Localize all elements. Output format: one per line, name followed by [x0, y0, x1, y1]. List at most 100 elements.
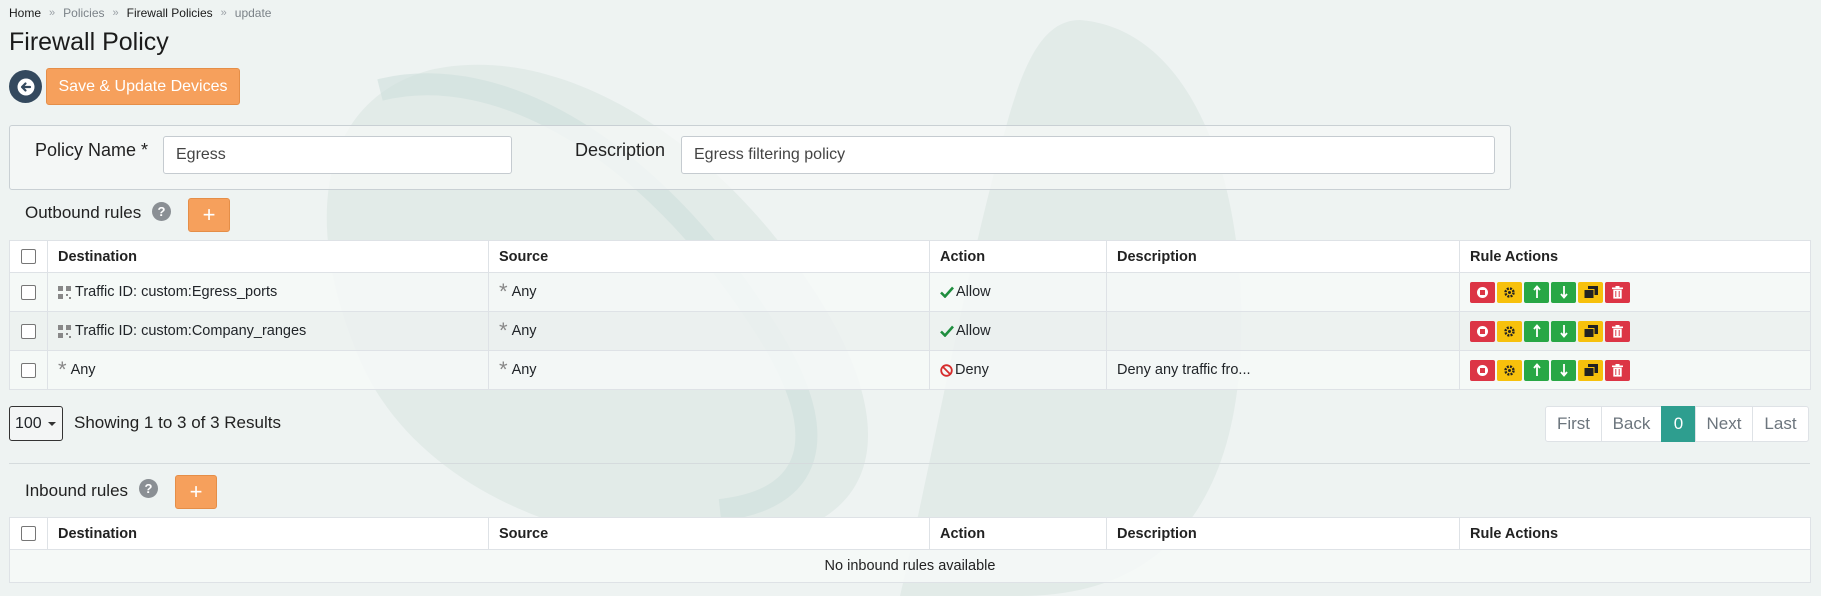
action-cell: Deny — [955, 362, 989, 378]
row-checkbox[interactable] — [21, 323, 36, 339]
stop-circle-icon — [1477, 364, 1488, 376]
move-up-button[interactable] — [1524, 359, 1549, 381]
inbound-rules-label: Inbound rules — [25, 481, 129, 500]
outbound-help-icon[interactable]: ? — [152, 202, 171, 221]
description-cell: Deny any traffic fro... — [1106, 350, 1460, 390]
arrow-up-icon — [1532, 324, 1541, 337]
save-update-devices-button[interactable]: Save & Update Devices — [46, 68, 240, 105]
clone-rule-button[interactable] — [1578, 281, 1603, 303]
column-header: Rule Actions — [1459, 517, 1811, 550]
pagination-current[interactable]: 0 — [1661, 406, 1696, 442]
gear-icon — [1504, 286, 1515, 298]
move-down-button[interactable] — [1551, 359, 1576, 381]
source-cell: Any — [511, 362, 537, 378]
add-outbound-rule-button[interactable]: + — [188, 198, 230, 232]
section-divider — [9, 463, 1810, 464]
column-header[interactable]: Action — [929, 240, 1107, 273]
select-all-checkbox[interactable] — [21, 249, 36, 265]
outbound-rules-table: Destination Source Action Description Ru… — [9, 240, 1811, 390]
ban-icon — [940, 363, 953, 377]
check-icon — [940, 286, 954, 299]
table-row: No inbound rules available — [9, 549, 1811, 583]
caret-down-icon — [48, 422, 56, 426]
inbound-rules-heading: Inbound rules — [25, 481, 128, 501]
destination-cell: Traffic ID: custom:Company_ranges — [75, 323, 307, 339]
column-header[interactable]: Destination — [47, 240, 489, 273]
source-cell: Any — [511, 284, 537, 300]
rule-actions — [1470, 320, 1800, 342]
trash-icon — [1612, 324, 1623, 338]
table-row[interactable]: * Any * Any Deny Deny any traffic fro... — [9, 350, 1811, 390]
move-down-button[interactable] — [1551, 281, 1576, 303]
grid-icon — [58, 285, 71, 299]
results-summary: Showing 1 to 3 of 3 Results — [74, 413, 281, 432]
pagination-back[interactable]: Back — [1601, 406, 1662, 442]
action-cell: Allow — [956, 323, 991, 339]
row-checkbox[interactable] — [21, 362, 36, 378]
pagination-last[interactable]: Last — [1752, 406, 1809, 442]
column-header[interactable]: Destination — [47, 517, 489, 550]
rule-actions — [1470, 359, 1800, 381]
outbound-rules-heading: Outbound rules — [25, 203, 141, 223]
description-cell — [1106, 272, 1460, 312]
source-cell: Any — [511, 323, 537, 339]
rule-actions — [1470, 281, 1800, 303]
select-all-checkbox-cell — [9, 240, 48, 273]
edit-rule-button[interactable] — [1497, 359, 1522, 381]
breadcrumb-firewall-policies[interactable]: Firewall Policies — [127, 6, 213, 20]
arrow-up-icon — [1532, 285, 1541, 298]
breadcrumb-current: update — [234, 6, 272, 20]
page-title: Firewall Policy — [9, 28, 169, 56]
asterisk-icon: * — [499, 318, 508, 344]
column-header[interactable]: Source — [488, 240, 930, 273]
delete-rule-button[interactable] — [1605, 281, 1630, 303]
edit-rule-button[interactable] — [1497, 320, 1522, 342]
edit-rule-button[interactable] — [1497, 281, 1522, 303]
breadcrumb-separator: » — [220, 7, 227, 19]
action-cell: Allow — [956, 284, 991, 300]
row-checkbox[interactable] — [21, 284, 36, 300]
clone-rule-button[interactable] — [1578, 359, 1603, 381]
arrow-down-icon — [1559, 325, 1568, 338]
breadcrumb-policies[interactable]: Policies — [63, 6, 104, 20]
breadcrumb-separator: » — [112, 7, 119, 19]
add-inbound-rule-button[interactable]: + — [175, 475, 217, 509]
disable-rule-button[interactable] — [1470, 359, 1495, 381]
disable-rule-button[interactable] — [1470, 320, 1495, 342]
policy-name-label: Policy Name * — [35, 140, 149, 160]
select-all-checkbox[interactable] — [21, 526, 36, 542]
disable-rule-button[interactable] — [1470, 281, 1495, 303]
check-icon — [940, 325, 954, 338]
gear-icon — [1504, 364, 1515, 376]
pagination-first[interactable]: First — [1545, 406, 1602, 442]
copy-icon — [1583, 363, 1598, 377]
stop-circle-icon — [1477, 325, 1488, 337]
column-header[interactable]: Description — [1106, 517, 1460, 550]
page-size-select[interactable]: 100 — [9, 406, 63, 441]
pagination: First Back 0 Next Last — [1545, 406, 1809, 442]
column-header[interactable]: Source — [488, 517, 930, 550]
inbound-help-icon[interactable]: ? — [139, 479, 158, 498]
table-row[interactable]: Traffic ID: custom:Company_ranges * Any A… — [9, 311, 1811, 351]
column-header[interactable]: Action — [929, 517, 1107, 550]
policy-name-input[interactable]: Egress — [163, 136, 512, 174]
column-header[interactable]: Description — [1106, 240, 1460, 273]
delete-rule-button[interactable] — [1605, 359, 1630, 381]
copy-icon — [1583, 285, 1598, 299]
asterisk-icon: * — [499, 279, 508, 305]
move-up-button[interactable] — [1524, 320, 1549, 342]
description-input[interactable]: Egress filtering policy — [681, 136, 1495, 174]
move-up-button[interactable] — [1524, 281, 1549, 303]
breadcrumb-home[interactable]: Home — [9, 6, 41, 20]
back-button[interactable] — [9, 70, 42, 103]
description-label: Description — [575, 140, 666, 160]
table-row[interactable]: Traffic ID: custom:Egress_ports * Any All… — [9, 272, 1811, 312]
asterisk-icon: * — [58, 357, 67, 383]
breadcrumb-separator: » — [49, 7, 56, 19]
move-down-button[interactable] — [1551, 320, 1576, 342]
pagination-next[interactable]: Next — [1695, 406, 1753, 442]
delete-rule-button[interactable] — [1605, 320, 1630, 342]
clone-rule-button[interactable] — [1578, 320, 1603, 342]
trash-icon — [1612, 363, 1623, 377]
destination-cell: Any — [70, 362, 96, 378]
